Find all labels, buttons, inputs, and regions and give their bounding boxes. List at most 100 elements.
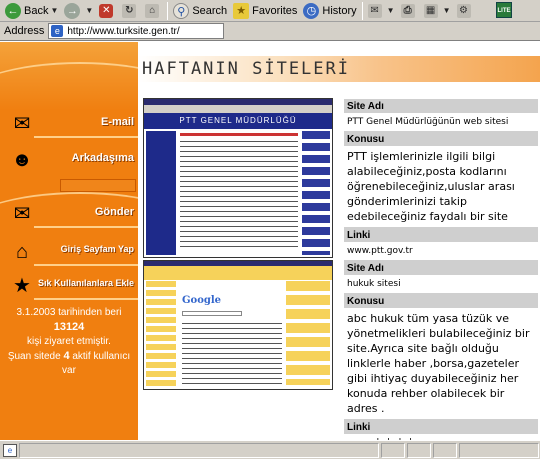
divider — [34, 298, 138, 300]
sidebar-item-homepage[interactable]: ⌂ Giriş Sayfam Yap — [0, 240, 138, 266]
topic-value: abc hukuk tüm yasa tüzük ve yönetmelikle… — [344, 309, 538, 420]
stats-active-suffix: aktif kullanıcı var — [62, 351, 131, 376]
stop-button[interactable]: ✕ — [96, 1, 119, 21]
screenshot-banner — [144, 266, 332, 280]
history-icon: ◷ — [303, 2, 320, 19]
link-header: Linki — [344, 420, 538, 435]
screenshot-text-line — [180, 133, 298, 136]
discuss-button[interactable]: ⚙ — [454, 1, 477, 21]
refresh-button[interactable]: ↻ — [119, 1, 142, 21]
screenshot-text-block — [182, 323, 282, 385]
sidebar-item-label: Gönder — [94, 206, 134, 218]
site-name-value: hukuk sitesi — [344, 276, 538, 294]
chevron-down-icon[interactable]: ▼ — [85, 6, 93, 15]
page-title: HAFTANIN SİTELERİ — [142, 59, 350, 79]
screenshot-logo: Google — [182, 295, 222, 306]
stop-icon: ✕ — [99, 3, 114, 18]
site-info-hukuk: Site Adı hukuk sitesi Konusu abc hukuk t… — [344, 261, 538, 453]
address-bar: Address e http://www.turksite.gen.tr/ — [0, 22, 540, 41]
screenshot-side-links — [286, 281, 330, 385]
sidebar-item-label: Giriş Sayfam Yap — [60, 244, 134, 254]
friend-email-input[interactable] — [60, 179, 136, 192]
home-icon: ⌂ — [145, 3, 160, 18]
star-folder-icon: ★ — [13, 275, 31, 297]
edit-page-icon: ▦ — [423, 3, 438, 18]
toolbar-divider — [361, 1, 363, 20]
topic-header: Konusu — [344, 294, 538, 309]
history-button[interactable]: ◷ History — [300, 1, 359, 21]
screenshot-nav — [146, 131, 176, 255]
divider — [34, 226, 138, 228]
sidebar: ✉ E-mail ☻ Arkadaşıma ✉ Gönder ⌂ Giriş S… — [0, 42, 138, 440]
browser-logo-icon: LITE — [496, 2, 512, 18]
refresh-icon: ↻ — [122, 3, 137, 18]
stats-visited: kişi ziyaret etmiştir. — [27, 336, 111, 347]
sidebar-item-tell-friend[interactable]: ☻ Arkadaşıma — [0, 148, 138, 172]
visitor-count: 13124 — [53, 321, 85, 333]
status-bar: e — [0, 440, 540, 459]
search-icon: ⚲ — [173, 2, 190, 19]
divider — [34, 136, 138, 138]
stats-active-prefix: Şuan sitede — [7, 351, 61, 362]
site-screenshot-hukuk[interactable]: Google — [143, 260, 333, 390]
status-text-cell — [19, 442, 379, 458]
search-label: Search — [192, 4, 228, 17]
topic-header: Konusu — [344, 132, 538, 147]
house-icon: ⌂ — [15, 241, 29, 263]
chevron-down-icon[interactable]: ▼ — [443, 6, 451, 15]
forward-button[interactable]: → ▼ — [61, 1, 96, 21]
browser-toolbar: ← Back ▼ → ▼ ✕ ↻ ⌂ ⚲ Search ★ Favorites … — [0, 0, 540, 22]
sidebar-item-label: Arkadaşıma — [71, 152, 134, 164]
mail-button[interactable]: ✉ ▼ — [365, 1, 398, 21]
site-screenshot-ptt[interactable]: PTT GENEL MÜDÜRLÜĞÜ — [143, 98, 333, 258]
stats-since: 3.1.2003 tarihinden beri — [16, 307, 122, 318]
home-button[interactable]: ⌂ — [142, 1, 165, 21]
mail-icon: ✉ — [367, 3, 382, 18]
chevron-down-icon[interactable]: ▼ — [50, 6, 58, 15]
main-content: HAFTANIN SİTELERİ PTT GENEL MÜDÜRLÜĞÜ Si… — [138, 42, 540, 453]
divider — [34, 264, 138, 266]
site-link[interactable]: www.ptt.gov.tr — [344, 243, 538, 261]
edit-button[interactable]: ▦ ▼ — [421, 1, 454, 21]
history-label: History — [322, 4, 357, 17]
envelope-icon: ✉ — [13, 203, 31, 225]
site-name-value: PTT Genel Müdürlüğünün web sitesi — [344, 114, 538, 132]
site-name-header: Site Adı — [344, 99, 538, 114]
sidebar-item-label: Sık Kullanılanlara Ekle — [37, 278, 134, 288]
chevron-down-icon[interactable]: ▼ — [387, 6, 395, 15]
screenshot-header: PTT GENEL MÜDÜRLÜĞÜ — [144, 113, 332, 129]
screenshot-side-links — [302, 131, 330, 255]
page-status-icon: e — [3, 443, 17, 457]
link-header: Linki — [344, 228, 538, 243]
zone-cell — [459, 442, 539, 458]
back-button[interactable]: ← Back ▼ — [2, 1, 61, 21]
sidebar-item-send[interactable]: ✉ Gönder — [0, 202, 138, 228]
stats-active-line: Şuan sitede 4 aktif kullanıcı var — [0, 349, 138, 378]
status-cell — [407, 442, 431, 458]
active-count: 4 — [63, 350, 70, 362]
forward-arrow-icon: → — [64, 2, 81, 19]
visitor-stats: 3.1.2003 tarihinden beri 13124 kişi ziya… — [0, 306, 138, 378]
site-name-header: Site Adı — [344, 261, 538, 276]
search-button[interactable]: ⚲ Search — [170, 1, 230, 21]
address-label: Address — [4, 25, 45, 37]
back-label: Back — [24, 4, 49, 17]
site-info-ptt: Site Adı PTT Genel Müdürlüğünün web site… — [344, 99, 538, 261]
printer-icon: ⎙ — [400, 3, 415, 18]
address-url[interactable]: http://www.turksite.gen.tr/ — [67, 26, 179, 37]
sidebar-item-add-favorites[interactable]: ★ Sık Kullanılanlara Ekle — [0, 274, 138, 300]
envelope-icon: ✉ — [13, 113, 31, 135]
screenshot-toolbar — [144, 105, 332, 113]
sidebar-item-email[interactable]: ✉ E-mail — [0, 112, 138, 138]
status-cell — [381, 442, 405, 458]
back-arrow-icon: ← — [5, 2, 21, 19]
screenshot-nav — [146, 281, 176, 389]
print-button[interactable]: ⎙ — [398, 1, 421, 21]
address-input[interactable]: e http://www.turksite.gen.tr/ — [48, 23, 225, 39]
toolbar-divider — [167, 1, 169, 20]
topic-value: PTT işlemlerinizle ilgili bilgi alabilec… — [344, 147, 538, 228]
people-icon: ☻ — [11, 149, 33, 171]
favorites-folder-icon: ★ — [233, 2, 250, 19]
favorites-button[interactable]: ★ Favorites — [230, 1, 300, 21]
favorites-label: Favorites — [252, 4, 298, 17]
